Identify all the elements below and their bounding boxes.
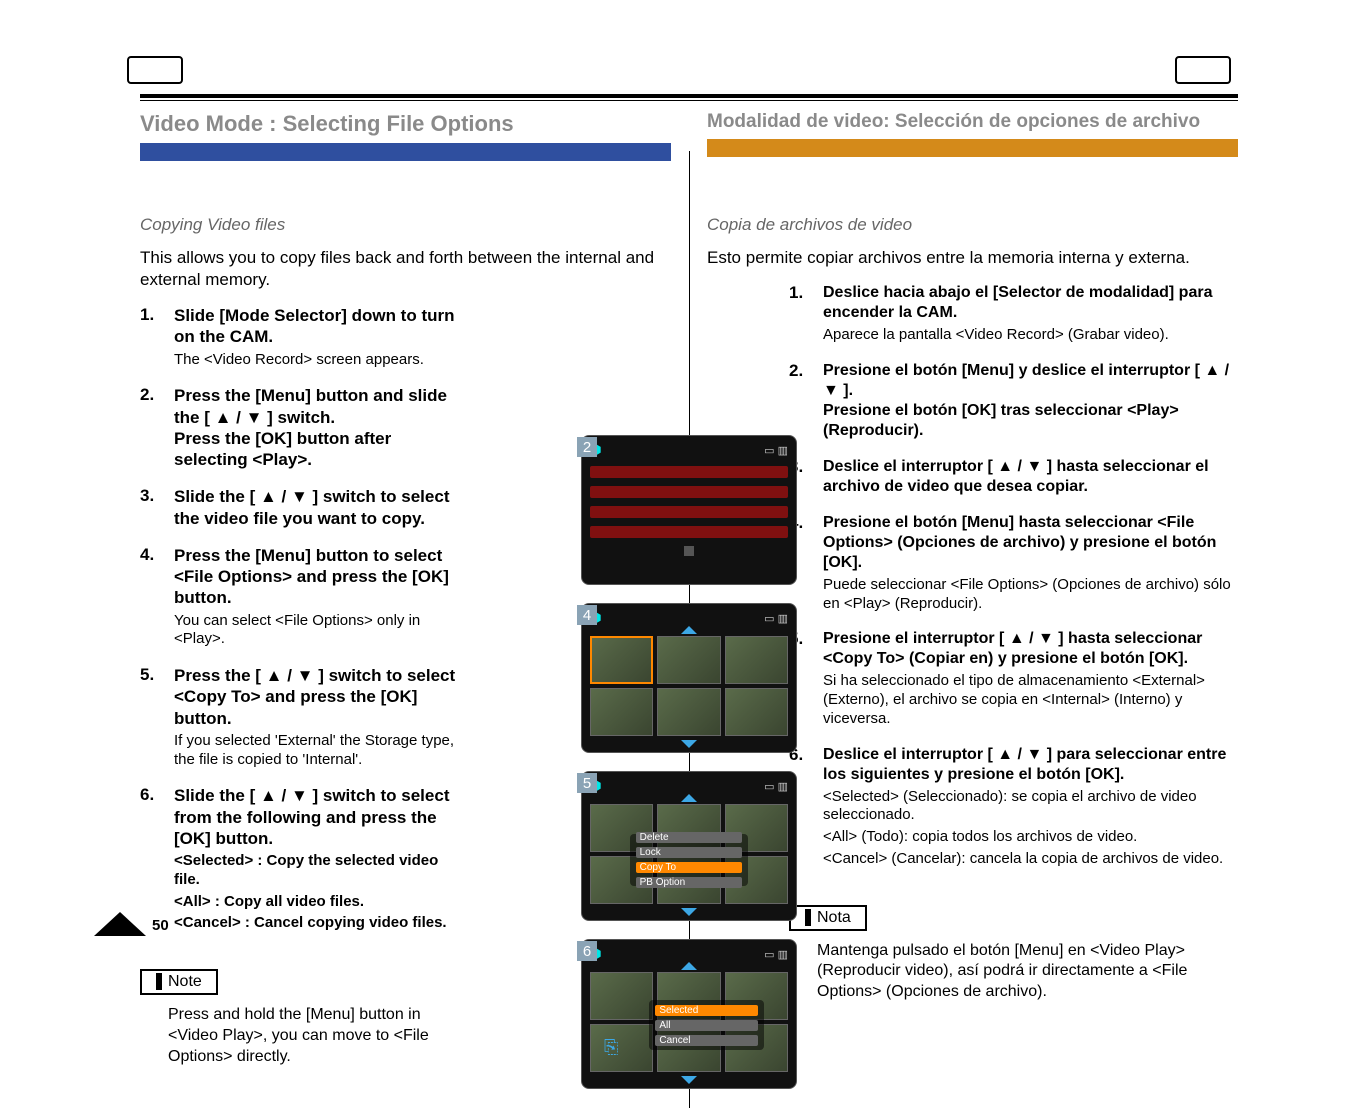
step-bold: Press the [Menu] button to select <File …: [174, 545, 459, 609]
thumbnail: [590, 688, 653, 736]
step-bold: Slide the [ ▲ / ▼ ] switch to select fro…: [174, 785, 459, 849]
screen-6: 6 ⬢ ▭ ▥: [581, 939, 797, 1089]
note-label-right: Nota: [789, 905, 867, 931]
thumbnail: [725, 688, 788, 736]
header-corner-boxes: [127, 56, 1231, 84]
arrow-down-icon: [681, 740, 697, 748]
battery-icon: ▭ ▥: [764, 948, 788, 961]
dialog-overlay: Selected All Cancel: [649, 1000, 764, 1050]
arrow-up-icon: [681, 626, 697, 634]
battery-icon: ▭ ▥: [764, 780, 788, 793]
thumbnail: [657, 636, 720, 684]
screen-number: 5: [577, 773, 597, 793]
section-title-left: Video Mode : Selecting File Options: [140, 111, 671, 137]
screen-4: 4 ⬢ ▭ ▥: [581, 603, 797, 753]
step-item: <All> (Todo): copia todos los archivos d…: [823, 828, 1238, 847]
step-num: 5.: [140, 665, 160, 769]
step-item: <Cancel> (Cancelar): cancela la copia de…: [823, 850, 1238, 869]
step-num: 1.: [789, 283, 809, 345]
menu-item: Selected: [655, 1005, 758, 1016]
corner-box-left: [127, 56, 183, 84]
steps-right: 1. Deslice hacia abajo el [Selector de m…: [789, 283, 1238, 869]
step-num: 2.: [789, 361, 809, 441]
step-num: 3.: [140, 486, 160, 529]
steps-left: 1. Slide [Mode Selector] down to turn on…: [140, 305, 459, 933]
corner-box-right: [1175, 56, 1231, 84]
screen-number: 6: [577, 941, 597, 961]
battery-icon: ▭ ▥: [764, 612, 788, 625]
note-label-left: Note: [140, 969, 218, 995]
orange-bar: [707, 139, 1238, 157]
blue-bar: [140, 143, 671, 161]
device-screens: 2 ⬢ ▭ ▥: [581, 435, 797, 1089]
menu-line: [590, 506, 788, 518]
arrow-down-icon: [681, 908, 697, 916]
page-number: 50: [152, 917, 169, 934]
menu-overlay: Delete Lock Copy To PB Option: [630, 834, 749, 886]
section-title-right: Modalidad de video: Selección de opcione…: [707, 111, 1238, 133]
step-bold: Presione el interruptor [ ▲ / ▼ ] hasta …: [823, 629, 1238, 669]
arrow-up-icon: [681, 962, 697, 970]
step-item: <Cancel> : Cancel copying video files.: [174, 914, 459, 933]
battery-icon: ▭ ▥: [764, 444, 788, 457]
menu-item: Lock: [636, 847, 743, 858]
step-item: <Selected> (Seleccionado): se copia el a…: [823, 788, 1238, 826]
step-sub: If you selected 'External' the Storage t…: [174, 732, 459, 770]
step-item: <All> : Copy all video files.: [174, 893, 459, 912]
menu-line: [590, 466, 788, 478]
note-label-text: Note: [156, 973, 202, 990]
rule-thick: [140, 94, 1238, 98]
thumbnail: [590, 972, 653, 1020]
screen-number: 2: [577, 437, 597, 457]
thumbnail: [590, 636, 653, 684]
menu-line: [590, 526, 788, 538]
step-bold: Presione el botón [Menu] hasta seleccion…: [823, 513, 1238, 573]
stop-icon: [684, 546, 694, 556]
step-bold: Deslice el interruptor [ ▲ / ▼ ] hasta s…: [823, 457, 1238, 497]
step-bold: Slide the [ ▲ / ▼ ] switch to select the…: [174, 486, 459, 529]
step-bold: Slide [Mode Selector] down to turn on th…: [174, 305, 459, 348]
step-bold: Deslice hacia abajo el [Selector de moda…: [823, 283, 1238, 323]
intro-right: Esto permite copiar archivos entre la me…: [707, 247, 1238, 269]
menu-item: Copy To: [636, 862, 743, 873]
menu-item: Delete: [636, 832, 743, 843]
step-item: <Selected> : Copy the selected video fil…: [174, 852, 459, 890]
note-text-left: Press and hold the [Menu] button in <Vid…: [140, 1005, 459, 1067]
step-sub: Aparece la pantalla <Video Record> (Grab…: [823, 326, 1238, 345]
step-bold: Presione el botón [Menu] y deslice el in…: [823, 361, 1238, 441]
copy-icon: ⎘: [604, 1037, 618, 1058]
menu-item: Cancel: [655, 1035, 758, 1046]
step-bold: Press the [ ▲ / ▼ ] switch to select <Co…: [174, 665, 459, 729]
step-num: 1.: [140, 305, 160, 369]
subhead-left: Copying Video files: [140, 215, 671, 235]
arrow-up-icon: [681, 794, 697, 802]
thumbnail: [657, 688, 720, 736]
screen-2: 2 ⬢ ▭ ▥: [581, 435, 797, 585]
footer-triangle-icon: [94, 912, 146, 936]
note-text-right: Mantenga pulsado el botón [Menu] en <Vid…: [789, 941, 1238, 1003]
thumbnail: [590, 1024, 653, 1072]
screen-5: 5 ⬢ ▭ ▥: [581, 771, 797, 921]
step-sub: Si ha seleccionado el tipo de almacenami…: [823, 672, 1238, 728]
menu-line: [590, 486, 788, 498]
step-sub: You can select <File Options> only in <P…: [174, 612, 459, 650]
thumbnail: [725, 636, 788, 684]
step-bold: Press the [Menu] button and slide the [ …: [174, 385, 459, 470]
step-num: 4.: [140, 545, 160, 649]
intro-left: This allows you to copy files back and f…: [140, 247, 671, 291]
step-bold: Deslice el interruptor [ ▲ / ▼ ] para se…: [823, 745, 1238, 785]
step-sub: Puede seleccionar <File Options> (Opcion…: [823, 576, 1238, 614]
rule-thin: [140, 100, 1238, 101]
step-num: 2.: [140, 385, 160, 470]
subhead-right: Copia de archivos de video: [707, 215, 1238, 235]
menu-item: PB Option: [636, 877, 743, 888]
step-sub: The <Video Record> screen appears.: [174, 351, 459, 370]
menu-item: All: [655, 1020, 758, 1031]
screen-number: 4: [577, 605, 597, 625]
arrow-down-icon: [681, 1076, 697, 1084]
note-label-text: Nota: [805, 909, 851, 926]
